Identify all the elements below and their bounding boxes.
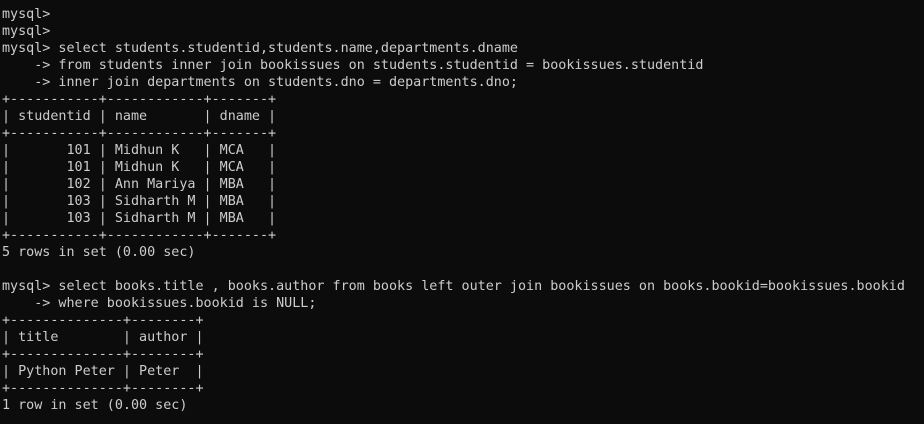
query-continuation-line: -> where bookissues.bookid is NULL; — [2, 296, 317, 311]
table-header: | studentid | name | dname | — [2, 109, 277, 124]
prompt-line: mysql> — [2, 7, 51, 22]
table-row: | 103 | Sidharth M | MBA | — [2, 211, 277, 226]
table-border: +--------------+--------+ — [2, 313, 204, 328]
table-border: +--------------+--------+ — [2, 347, 204, 362]
result-summary: 5 rows in set (0.00 sec) — [2, 245, 196, 260]
table-border: +-----------+------------+-------+ — [2, 228, 277, 243]
prompt-line: mysql> — [2, 24, 51, 39]
result-summary: 1 row in set (0.00 sec) — [2, 398, 188, 413]
table-row: | 103 | Sidharth M | MBA | — [2, 194, 277, 209]
table-row: | 101 | Midhun K | MCA | — [2, 160, 277, 175]
query-line: mysql> select students.studentid,student… — [2, 41, 518, 56]
terminal-window[interactable]: mysql> mysql> mysql> select students.stu… — [0, 0, 924, 424]
table-row: | 101 | Midhun K | MCA | — [2, 143, 277, 158]
table-row: | 102 | Ann Mariya | MBA | — [2, 177, 277, 192]
query-continuation-line: -> inner join departments on students.dn… — [2, 75, 518, 90]
table-header: | title | author | — [2, 330, 204, 345]
query-line: mysql> select books.title , books.author… — [2, 279, 905, 294]
table-border: +--------------+--------+ — [2, 381, 204, 396]
table-border: +-----------+------------+-------+ — [2, 92, 277, 107]
table-border: +-----------+------------+-------+ — [2, 126, 277, 141]
table-row: | Python Peter | Peter | — [2, 364, 204, 379]
query-continuation-line: -> from students inner join bookissues o… — [2, 58, 704, 73]
